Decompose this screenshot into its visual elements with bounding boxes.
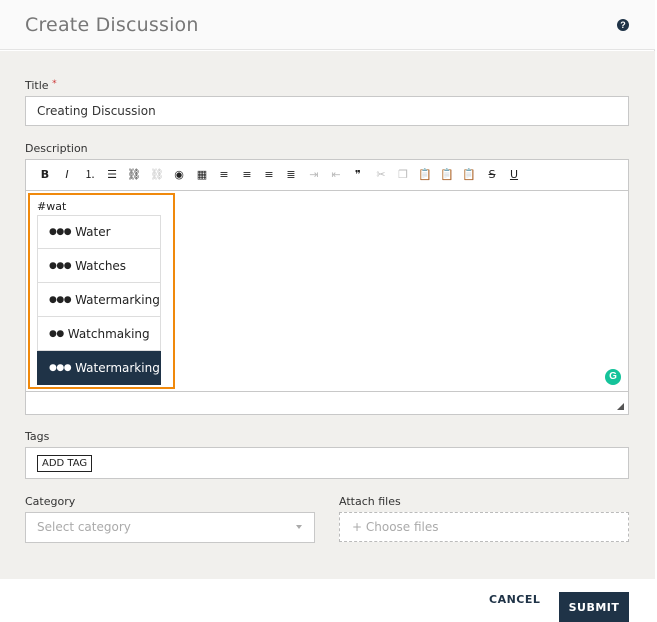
title-label-text: Title xyxy=(25,79,49,92)
link-icon[interactable]: ⛓ xyxy=(127,168,141,182)
question-circle-icon[interactable]: ? xyxy=(617,19,629,31)
outdent-icon[interactable]: ⇤ xyxy=(329,168,343,182)
numbered-list-icon[interactable]: ⒈ xyxy=(83,168,97,182)
unlink-icon[interactable]: ⛓ xyxy=(150,168,164,182)
underline-icon[interactable]: U xyxy=(507,168,521,182)
category-placeholder: Select category xyxy=(37,520,131,534)
mention-suggestion-label: Watches xyxy=(75,258,127,273)
mention-suggestion-item[interactable]: ●●● Watermarking xyxy=(37,283,161,317)
category-label: Category xyxy=(25,495,76,508)
cancel-button[interactable]: CANCEL xyxy=(489,593,540,606)
paste-word-icon[interactable]: 📋 xyxy=(462,168,476,182)
chevron-down-icon xyxy=(296,525,302,529)
resize-handle-icon[interactable] xyxy=(617,403,624,410)
hashtag-dots-icon: ●●● xyxy=(49,294,72,305)
hashtag-dots-icon: ●●● xyxy=(49,362,72,373)
grammarly-icon[interactable]: G xyxy=(605,369,621,385)
mention-suggestion-label: Water xyxy=(75,225,111,239)
hashtag-dots-icon: ●●● xyxy=(49,227,72,237)
hashtag-dots-icon: ●●● xyxy=(49,260,72,271)
mention-suggestion-label: Watermarking xyxy=(75,360,160,375)
add-tag-button[interactable]: ADD TAG xyxy=(37,455,93,472)
attach-files-label: Attach files xyxy=(339,495,401,508)
editor-statusbar xyxy=(26,391,628,414)
description-label: Description xyxy=(25,142,88,155)
italic-icon[interactable]: I xyxy=(60,168,74,182)
editor-toolbar: B I ⒈ ☰ ⛓ ⛓ ◉ ▦ ≡ ≡ ≡ ≣ ⇥ ⇤ ❞ ✂ ❐ 📋 📋 📋 S U xyxy=(26,160,628,191)
dialog-title: Create Discussion xyxy=(25,14,199,36)
typed-hashtag: #wat xyxy=(37,200,67,213)
mention-suggestion-item[interactable]: ●●● Water xyxy=(37,215,161,249)
mention-suggestion-label: Watermarking xyxy=(75,292,160,307)
justify-icon[interactable]: ≣ xyxy=(284,168,298,182)
mention-suggestion-list: ●●● Water ●●● Watches ●●● Watermarking ●● Watch… xyxy=(37,215,161,385)
tags-label: Tags xyxy=(25,430,50,443)
create-discussion-dialog: Create Discussion ? Title * Description … xyxy=(0,0,655,622)
choose-files-dropzone[interactable]: + Choose files xyxy=(339,512,629,542)
bulleted-list-icon[interactable]: ☰ xyxy=(105,168,119,182)
required-mark: * xyxy=(52,79,57,89)
mention-suggestion-label: Watchmaking xyxy=(67,326,150,341)
mention-suggestion-item[interactable]: ●●● Watermarking xyxy=(37,351,161,385)
hashtag-dots-icon: ●● xyxy=(49,328,64,339)
dialog-header: Create Discussion ? xyxy=(0,0,655,50)
strikethrough-icon[interactable]: S xyxy=(485,168,499,182)
indent-icon[interactable]: ⇥ xyxy=(307,168,321,182)
paste-text-icon[interactable]: 📋 xyxy=(440,168,454,182)
cut-icon[interactable]: ✂ xyxy=(374,168,388,182)
align-center-icon[interactable]: ≡ xyxy=(240,168,254,182)
copy-icon[interactable]: ❐ xyxy=(396,168,410,182)
mention-suggestion-item[interactable]: ●● Watchmaking xyxy=(37,317,161,351)
blockquote-icon[interactable]: ❞ xyxy=(351,168,365,182)
image-icon[interactable]: ◉ xyxy=(172,168,186,182)
category-select[interactable]: Select category xyxy=(25,512,315,543)
tags-input[interactable] xyxy=(25,447,629,479)
align-left-icon[interactable]: ≡ xyxy=(217,168,231,182)
table-icon[interactable]: ▦ xyxy=(195,168,209,182)
title-label: Title * xyxy=(25,79,57,92)
align-right-icon[interactable]: ≡ xyxy=(262,168,276,182)
paste-icon[interactable]: 📋 xyxy=(418,168,432,182)
dialog-footer xyxy=(0,579,655,622)
bold-icon[interactable]: B xyxy=(38,168,52,182)
title-input[interactable] xyxy=(25,96,629,126)
mention-suggestion-item[interactable]: ●●● Watches xyxy=(37,249,161,283)
submit-button[interactable]: SUBMIT xyxy=(559,592,629,622)
